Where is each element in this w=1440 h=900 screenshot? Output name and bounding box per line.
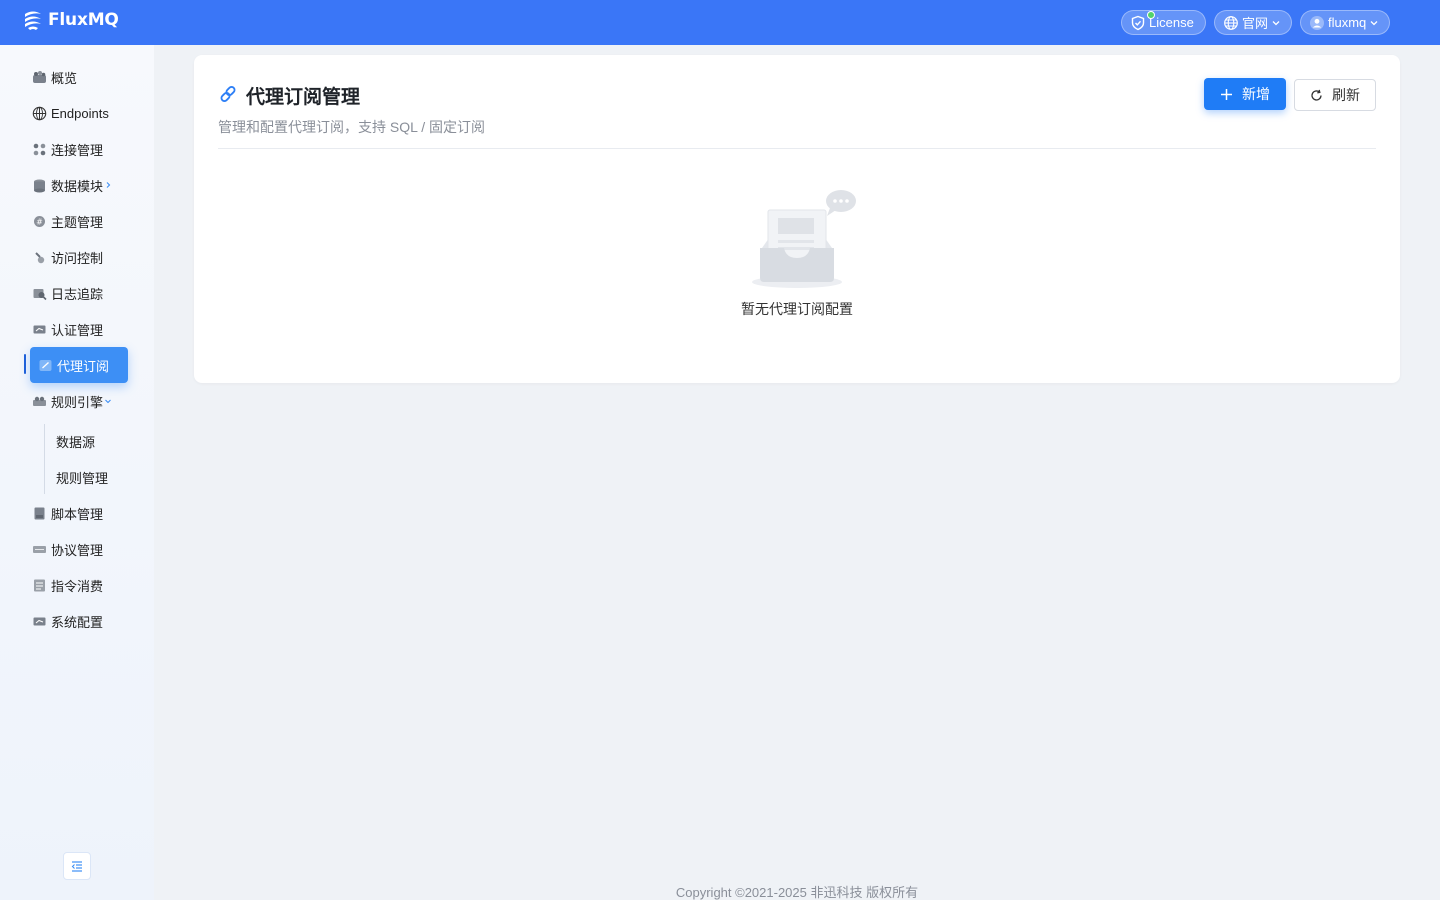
empty-state-text: 暂无代理订阅配置 xyxy=(741,301,853,317)
globe-icon xyxy=(1224,15,1238,30)
chevron-right-icon xyxy=(106,182,111,188)
sidebar-item-auth[interactable]: 认证管理 xyxy=(30,311,128,347)
script-icon xyxy=(34,507,45,519)
sidebar-item-label: 脚本管理 xyxy=(51,506,104,522)
fluxmq-logo-icon xyxy=(25,11,41,30)
sidebar-item-access-control[interactable]: 访问控制 xyxy=(30,239,128,275)
license-button[interactable]: License xyxy=(1121,10,1206,35)
sidebar-item-proxy-subscribe[interactable]: 代理订阅 xyxy=(30,347,128,383)
topic-icon: # xyxy=(34,215,45,227)
sidebar-item-overview[interactable]: 概览 xyxy=(30,59,128,95)
sidebar-item-label: 访问控制 xyxy=(51,250,104,266)
refresh-button-label: 刷新 xyxy=(1332,87,1360,103)
add-button-label: 新增 xyxy=(1242,86,1270,102)
chevron-down-icon xyxy=(1370,20,1378,25)
menu-fold-icon xyxy=(71,861,82,872)
proxy-subscribe-card: 代理订阅管理 管理和配置代理订阅，支持 SQL / 固定订阅 新增 刷新 暂无代… xyxy=(194,55,1400,383)
log-trace-icon xyxy=(33,288,47,300)
license-status-dot xyxy=(1147,11,1155,19)
add-button[interactable]: 新增 xyxy=(1204,78,1286,110)
sidebar-item-connections[interactable]: 连接管理 xyxy=(30,131,128,167)
command-icon xyxy=(34,579,45,591)
sidebar-item-label: 系统配置 xyxy=(51,614,104,630)
copyright-text: Copyright ©2021-2025 非迅科技 版权所有 xyxy=(675,885,919,900)
refresh-icon xyxy=(1311,89,1322,101)
sidebar-collapse-button[interactable] xyxy=(63,852,91,880)
sidebar-item-endpoints[interactable]: Endpoints xyxy=(30,95,128,131)
sidebar-item-label: Endpoints xyxy=(51,105,109,121)
sidebar-item-label: 主题管理 xyxy=(51,214,104,230)
title-divider xyxy=(218,148,1376,149)
sidebar-item-label: 数据模块 xyxy=(51,178,104,194)
access-control-icon xyxy=(35,251,45,263)
globe-icon xyxy=(32,106,47,120)
sidebar-item-log-trace[interactable]: 日志追踪 xyxy=(30,275,128,311)
submenu-guide-line xyxy=(44,424,45,494)
sidebar-item-label: 概览 xyxy=(51,70,78,86)
sidebar-item-label: 连接管理 xyxy=(51,142,104,158)
user-menu-dropdown[interactable]: fluxmq xyxy=(1300,10,1390,35)
empty-inbox-icon xyxy=(752,190,856,288)
official-site-dropdown[interactable]: 官网 xyxy=(1214,10,1292,35)
svg-text:#: # xyxy=(36,217,43,226)
refresh-button[interactable]: 刷新 xyxy=(1294,79,1376,111)
official-site-label: 官网 xyxy=(1242,16,1269,31)
database-icon xyxy=(34,179,45,192)
protocol-icon xyxy=(33,545,46,553)
sidebar-item-label: 代理订阅 xyxy=(57,358,110,374)
logo-text: FluxMQ xyxy=(48,10,119,30)
sidebar-item-label: 日志追踪 xyxy=(51,286,104,302)
plus-icon xyxy=(1221,88,1232,100)
username-label: fluxmq xyxy=(1328,15,1367,30)
sidebar-item-label: 规则引擎 xyxy=(51,394,104,410)
proxy-subscribe-icon xyxy=(39,359,52,371)
active-indicator xyxy=(24,354,26,374)
sidebar-subitem-data-source[interactable]: 数据源 xyxy=(56,423,95,459)
auth-icon xyxy=(33,325,46,333)
rule-engine-icon xyxy=(33,396,46,406)
chevron-down-icon xyxy=(105,399,111,404)
sidebar-subitem-rule-management[interactable]: 规则管理 xyxy=(56,459,108,495)
shield-icon xyxy=(1131,15,1145,30)
sidebar-item-rule-engine[interactable]: 规则引擎 xyxy=(30,383,128,419)
link-icon xyxy=(220,86,236,102)
page-subtitle: 管理和配置代理订阅，支持 SQL / 固定订阅 xyxy=(218,119,486,135)
sidebar-item-label: 指令消费 xyxy=(51,578,104,594)
sidebar-item-label: 协议管理 xyxy=(51,542,104,558)
connection-icon xyxy=(33,143,46,155)
settings-icon xyxy=(33,617,46,625)
footer: Copyright ©2021-2025 非迅科技 版权所有 xyxy=(154,862,1440,900)
chevron-down-icon xyxy=(1272,20,1280,25)
sidebar-item-label: 认证管理 xyxy=(51,322,104,338)
sidebar-item-topics[interactable]: # 主题管理 xyxy=(30,203,128,239)
app-logo[interactable]: FluxMQ xyxy=(22,9,119,31)
sidebar-item-command-consume[interactable]: 指令消费 xyxy=(30,567,128,603)
sidebar-item-data-module[interactable]: 数据模块 xyxy=(30,167,128,203)
top-header: FluxMQ License 官网 fluxmq xyxy=(0,0,1440,45)
sidebar-item-scripts[interactable]: 脚本管理 xyxy=(30,495,128,531)
sidebar-item-system-config[interactable]: 系统配置 xyxy=(30,603,128,639)
page-title: 代理订阅管理 xyxy=(246,87,361,108)
sidebar-item-protocols[interactable]: 协议管理 xyxy=(30,531,128,567)
avatar-icon xyxy=(1310,15,1324,30)
license-label: License xyxy=(1149,15,1194,30)
dashboard-icon xyxy=(33,70,46,83)
